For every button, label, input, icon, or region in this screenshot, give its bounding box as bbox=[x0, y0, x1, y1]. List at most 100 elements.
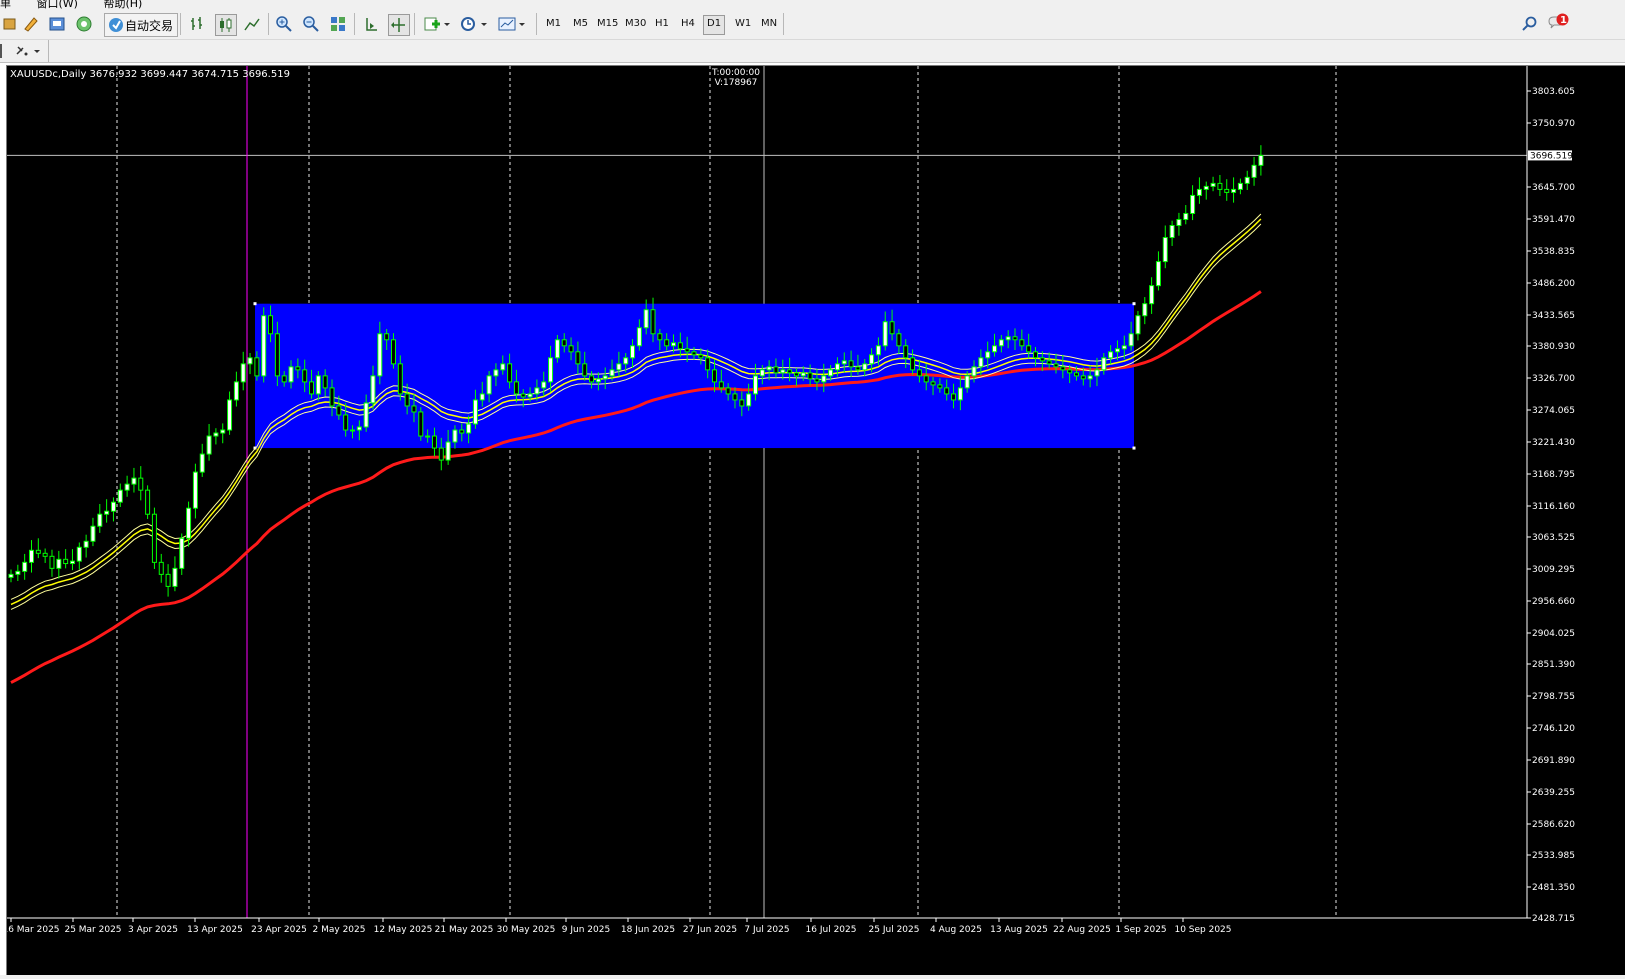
signal-icon[interactable] bbox=[74, 14, 94, 34]
toolbar-grip bbox=[0, 44, 2, 58]
candle-bull bbox=[117, 489, 123, 503]
candlestick-icon[interactable] bbox=[215, 14, 237, 36]
chart-shift-icon[interactable] bbox=[361, 14, 381, 34]
search-icon[interactable] bbox=[1520, 14, 1540, 34]
time-tick-label: 3 Apr 2025 bbox=[128, 925, 178, 935]
candle bbox=[63, 549, 69, 569]
toolbar-separator bbox=[268, 13, 269, 35]
candle-bull bbox=[227, 399, 233, 431]
menu-item-order[interactable]: 单 bbox=[0, 0, 11, 9]
timeframe-m30-button[interactable]: M30 bbox=[622, 15, 649, 33]
candle-bear bbox=[1080, 375, 1086, 380]
candle-bear bbox=[1217, 182, 1223, 190]
candle bbox=[192, 463, 198, 519]
candle bbox=[104, 499, 110, 523]
main-toolbar: 自动交易 M1 M5 M15 M30 H1 H4 D1 W1 MN 1 bbox=[0, 9, 1625, 40]
toolbar-separator bbox=[783, 13, 784, 35]
drawing-tools-icon[interactable] bbox=[14, 41, 44, 61]
toolbar-separator bbox=[536, 13, 537, 35]
bar-chart-icon[interactable] bbox=[188, 14, 208, 34]
candle-bear bbox=[589, 375, 595, 383]
candle bbox=[165, 564, 171, 597]
auto-scroll-icon[interactable] bbox=[388, 14, 410, 36]
menu-item-window[interactable]: 窗口(W) bbox=[37, 0, 78, 9]
price-tick-label: 2746.120 bbox=[1532, 724, 1575, 734]
candle-bear bbox=[329, 387, 335, 407]
time-tick-label: 30 May 2025 bbox=[497, 925, 556, 935]
candle-bull bbox=[425, 435, 431, 438]
candle bbox=[138, 466, 144, 501]
timeframe-d1-button[interactable]: D1 bbox=[703, 15, 726, 35]
candle-bull bbox=[602, 375, 608, 380]
candle-bull bbox=[479, 393, 485, 401]
candle-bear bbox=[657, 333, 663, 341]
candle-bull bbox=[1087, 375, 1093, 380]
candle-bull bbox=[22, 561, 28, 572]
candle-bear bbox=[302, 369, 308, 383]
line-chart-icon[interactable] bbox=[242, 14, 262, 34]
candle-bull bbox=[83, 540, 89, 548]
zoom-in-icon[interactable] bbox=[274, 14, 294, 34]
candle-bear bbox=[145, 489, 151, 515]
timeframe-m5-button[interactable]: M5 bbox=[570, 15, 591, 33]
candle bbox=[15, 564, 21, 581]
candle-bull bbox=[554, 339, 560, 359]
notification-icon[interactable]: 1 bbox=[1547, 13, 1571, 34]
candle-bull bbox=[1176, 218, 1182, 226]
candle bbox=[76, 542, 82, 570]
menu-item-help[interactable]: 帮助(H) bbox=[103, 0, 142, 9]
candle bbox=[1196, 177, 1202, 204]
candle-bear bbox=[793, 372, 799, 377]
timeframe-h1-button[interactable]: H1 bbox=[652, 15, 672, 33]
candle-bull bbox=[1005, 336, 1011, 341]
price-tick-label: 3009.295 bbox=[1532, 565, 1575, 575]
timeframe-h4-button[interactable]: H4 bbox=[678, 15, 698, 33]
candle bbox=[1203, 181, 1209, 200]
chart-grid bbox=[7, 66, 1527, 918]
periods-icon[interactable] bbox=[458, 14, 490, 34]
pencil-icon[interactable] bbox=[21, 14, 41, 34]
candle-bull bbox=[69, 560, 75, 565]
candle-bear bbox=[513, 381, 519, 395]
timeframe-m15-button[interactable]: M15 bbox=[594, 15, 621, 33]
price-tick-label: 3063.525 bbox=[1532, 533, 1575, 543]
candle-bear bbox=[165, 573, 171, 587]
candle bbox=[8, 569, 14, 583]
candle-bull bbox=[957, 387, 963, 401]
candle-bear bbox=[1067, 369, 1073, 374]
candle-bull bbox=[875, 345, 881, 356]
candle bbox=[1183, 205, 1189, 225]
candle-bull bbox=[841, 360, 847, 365]
market-watch-icon[interactable] bbox=[47, 14, 67, 34]
chart-window[interactable]: 3803.605 3750.970 3645.700 3591.470 3538.835… bbox=[6, 65, 1625, 977]
candle-bull bbox=[616, 363, 622, 371]
candle bbox=[1244, 170, 1250, 191]
candle-bull bbox=[8, 573, 14, 578]
candle-bull bbox=[630, 345, 636, 359]
templates-icon[interactable] bbox=[496, 14, 528, 34]
candle bbox=[1251, 156, 1257, 186]
candle-bear bbox=[773, 366, 779, 374]
candle-bear bbox=[944, 387, 950, 395]
candle-bull bbox=[472, 399, 478, 425]
tile-windows-icon[interactable] bbox=[328, 14, 348, 34]
new-order-icon[interactable] bbox=[0, 14, 20, 34]
candle-bear bbox=[322, 375, 328, 389]
indicators-icon[interactable] bbox=[422, 14, 452, 34]
candle bbox=[172, 556, 178, 592]
candle bbox=[42, 548, 48, 563]
time-tick-label: 25 Mar 2025 bbox=[64, 925, 121, 935]
candle-bull bbox=[220, 429, 226, 434]
candle bbox=[199, 443, 205, 477]
price-tick-label: 3538.835 bbox=[1532, 247, 1575, 257]
timeframe-m1-button[interactable]: M1 bbox=[543, 15, 564, 33]
zoom-out-icon[interactable] bbox=[301, 14, 321, 34]
timeframe-w1-button[interactable]: W1 bbox=[732, 15, 754, 33]
candle-bull bbox=[609, 369, 615, 377]
price-chart[interactable]: 3803.605 3750.970 3645.700 3591.470 3538.835… bbox=[7, 66, 1625, 976]
candle bbox=[158, 553, 164, 583]
timeframe-mn-button[interactable]: MN bbox=[758, 15, 780, 33]
candle-bull bbox=[486, 375, 492, 395]
candle bbox=[179, 533, 185, 575]
auto-trade-button[interactable]: 自动交易 bbox=[104, 13, 179, 37]
